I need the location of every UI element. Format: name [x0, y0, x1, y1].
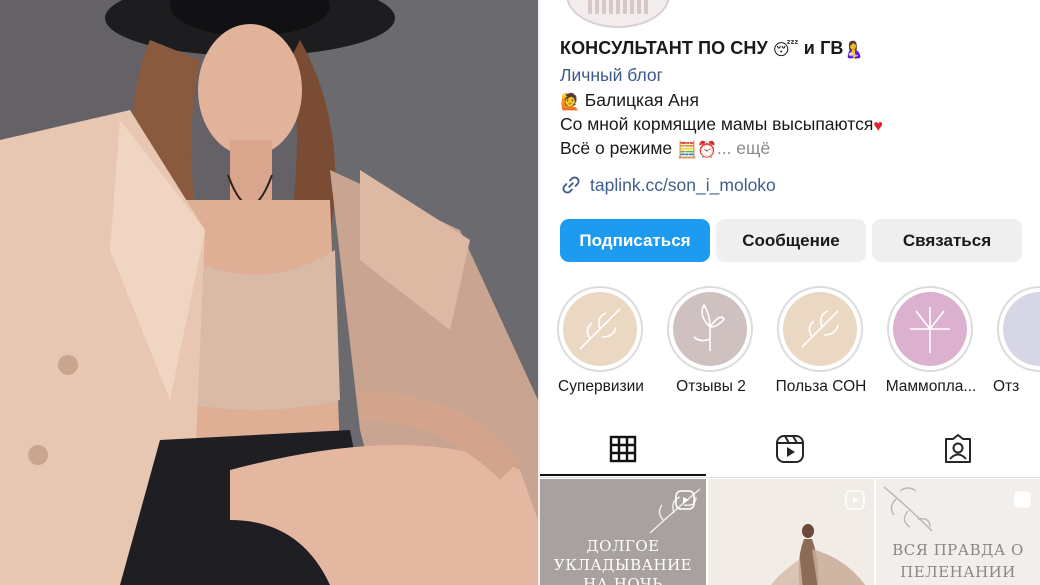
tab-reels[interactable] [773, 432, 807, 466]
story-highlight[interactable]: Польза СОН [776, 286, 866, 395]
highlight-label: Отз [993, 378, 1020, 395]
reel-indicator-icon [845, 490, 865, 510]
person-raising-hand-icon: 🙋 [560, 94, 580, 111]
highlight-cover [783, 292, 857, 366]
profile-photo [0, 0, 538, 585]
leaf-icon [801, 310, 839, 348]
highlight-cover [563, 292, 637, 366]
highlight-ring [667, 286, 753, 372]
abacus-icon: 🧮 [677, 142, 697, 159]
highlight-cover [673, 292, 747, 366]
highlight-label: Польза СОН [775, 378, 867, 395]
highlight-cover [893, 292, 967, 366]
red-heart-icon: ♥ [873, 118, 883, 135]
link-icon [562, 176, 580, 194]
highlight-ring [777, 286, 863, 372]
post-caption-line: НА НОЧЬ [583, 575, 663, 585]
message-button[interactable]: Сообщение [716, 219, 866, 262]
highlight-ring [557, 286, 643, 372]
bio-more-link[interactable]: ... ещё [717, 138, 770, 158]
reels-icon [776, 435, 804, 463]
sleeping-face-icon: 😴 [772, 42, 799, 59]
highlight-label: Отзывы 2 [676, 378, 746, 395]
profile-link-text: taplink.cc/son_i_moloko [590, 174, 776, 195]
alarm-clock-icon: ⏰ [696, 142, 717, 159]
breastfeeding-icon: 🤱 [843, 42, 864, 59]
profile-name: КОНСУЛЬТАНТ ПО СНУ 😴 и ГВ🤱 [560, 38, 864, 59]
bio-line-3: Всё о режиме 🧮⏰... ещё [560, 138, 770, 159]
profile-link[interactable]: taplink.cc/son_i_moloko [560, 174, 776, 196]
branch-icon [883, 486, 933, 532]
profile-avatar[interactable] [566, 0, 670, 28]
highlight-ring [997, 286, 1040, 372]
post-thumbnail[interactable]: ДОЛГОЕ УКЛАДЫВАНИЕ НА НОЧЬ [540, 479, 706, 585]
profile-name-suffix: и ГВ [803, 38, 844, 58]
post-caption-line: ВСЯ ПРАВДА О [892, 541, 1024, 559]
highlight-ring [887, 286, 973, 372]
woman-portrait-image [0, 0, 538, 585]
story-highlight[interactable]: Отз [993, 286, 1040, 395]
instagram-profile-panel: КОНСУЛЬТАНТ ПО СНУ 😴 и ГВ🤱 Личный блог 🙋… [540, 0, 1040, 585]
post-caption-line: ПЕЛЕНАНИИ [900, 563, 1016, 581]
story-highlight[interactable]: Супервизии [557, 286, 645, 395]
bio-line-2-text: Со мной кормящие мамы высыпаются [560, 114, 874, 134]
multi-post-icon [1014, 491, 1031, 508]
follow-button[interactable]: Подписаться [560, 219, 710, 262]
leaf-icon [579, 308, 621, 350]
post-thumbnail[interactable]: ВСЯ ПРАВДА О ПЕЛЕНАНИИ [876, 479, 1040, 585]
highlight-label: Маммопла... [885, 378, 977, 395]
active-tab-indicator [540, 474, 706, 476]
story-highlight[interactable]: Маммопла... [886, 286, 976, 395]
tagged-icon [945, 434, 971, 463]
bio-author-text: Балицкая Аня [584, 90, 699, 110]
flower-icon [693, 303, 725, 351]
tab-grid[interactable] [606, 432, 640, 466]
highlight-cover [1003, 292, 1040, 366]
profile-name-text: КОНСУЛЬТАНТ ПО СНУ [560, 38, 768, 58]
post-thumbnail[interactable] [708, 479, 874, 585]
post-caption-line: УКЛАДЫВАНИЕ [553, 556, 693, 574]
profile-category: Личный блог [560, 65, 664, 85]
highlight-label: Супервизии [558, 378, 644, 395]
story-highlight[interactable]: Отзывы 2 [667, 286, 755, 395]
reel-indicator-icon [675, 490, 695, 510]
profile-tabs [540, 424, 1040, 478]
tab-tagged[interactable] [941, 432, 975, 466]
post-caption-line: ДОЛГОЕ [586, 537, 660, 555]
lily-icon [910, 307, 950, 353]
bio-line-2: Со мной кормящие мамы высыпаются♥ [560, 114, 883, 135]
bio-line-author: 🙋 Балицкая Аня [560, 90, 699, 111]
grid-icon [609, 435, 637, 463]
bio-line-3-text: Всё о режиме [560, 138, 673, 158]
contact-button[interactable]: Связаться [872, 219, 1022, 262]
